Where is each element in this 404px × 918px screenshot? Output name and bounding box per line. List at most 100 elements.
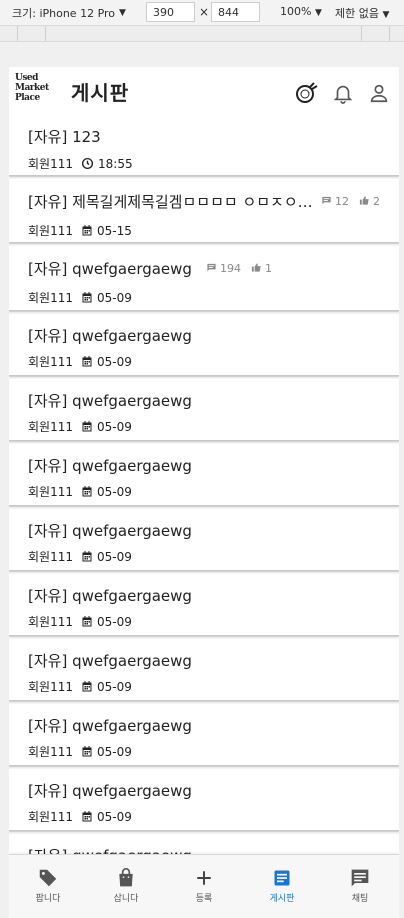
post-title: [자유] qwefgaergaewg: [28, 717, 192, 735]
post-date: 05-09: [97, 354, 132, 369]
zoom-select-label: 100%: [280, 5, 312, 18]
app-header: Used Market Place 게시판: [9, 67, 399, 121]
post-date: 05-09: [97, 614, 132, 629]
post-card[interactable]: [자유] 123 회원111 18:55: [9, 121, 399, 176]
throttle-select-label: 제한 없음: [335, 7, 379, 20]
post-date: 05-09: [97, 744, 132, 759]
post-list: [자유] 123 회원111 18:55 [자유] 제목길게제목길겜ㅁㅁㅁㅁ ㅇ…: [9, 121, 399, 899]
post-author: 회원111: [28, 485, 73, 499]
device-select-label: 크기: iPhone 12 Pro: [12, 7, 116, 20]
post-card[interactable]: [자유] qwefgaergaewg 회원111 05-09: [9, 379, 399, 441]
thumb-up-icon: [251, 262, 262, 276]
post-title: [자유] qwefgaergaewg: [28, 782, 192, 800]
post-title: [자유] qwefgaergaewg: [28, 260, 192, 278]
like-count: 2: [373, 195, 380, 208]
nav-item-chat[interactable]: 채팅: [321, 855, 399, 918]
post-card[interactable]: [자유] qwefgaergaewg 회원111 05-09: [9, 509, 399, 571]
post-author: 회원111: [28, 157, 73, 171]
nav-item-register[interactable]: 등록: [165, 855, 243, 918]
post-author: 회원111: [28, 810, 73, 824]
chevron-down-icon: ▼: [119, 8, 126, 18]
plus-icon: [195, 867, 213, 889]
post-card[interactable]: [자유] qwefgaergaewg 회원111 05-09: [9, 314, 399, 376]
clock-icon: [81, 157, 94, 170]
post-author: 회원111: [28, 550, 73, 564]
bell-icon[interactable]: [331, 81, 355, 105]
post-author: 회원111: [28, 224, 73, 238]
nav-item-board[interactable]: 게시판: [243, 855, 321, 918]
article-icon: [272, 867, 292, 889]
calendar-icon: [81, 745, 93, 758]
nav-item-label: 등록: [195, 894, 213, 904]
calendar-icon: [81, 224, 93, 237]
calendar-icon: [81, 291, 93, 304]
nav-item-label: 팝니다: [35, 894, 61, 904]
zoom-select[interactable]: 100% ▼: [280, 5, 322, 18]
device-viewport: Used Market Place 게시판 [자유] 123 회원111 18:…: [9, 67, 399, 918]
comment-icon: [321, 195, 332, 209]
throttle-select[interactable]: 제한 없음 ▼: [335, 5, 389, 21]
post-title: [자유] qwefgaergaewg: [28, 392, 192, 410]
post-author: 회원111: [28, 745, 73, 759]
viewport-width-input[interactable]: 390: [146, 2, 195, 22]
search-icon[interactable]: [295, 81, 319, 105]
post-date: 05-09: [97, 484, 132, 499]
chat-icon: [350, 867, 370, 889]
thumb-up-icon: [359, 195, 370, 209]
post-date: 05-09: [97, 809, 132, 824]
post-author: 회원111: [28, 615, 73, 629]
post-title: [자유] qwefgaergaewg: [28, 327, 192, 345]
calendar-icon: [81, 615, 93, 628]
post-card[interactable]: [자유] qwefgaergaewg 회원111 05-09: [9, 704, 399, 766]
calendar-icon: [81, 680, 93, 693]
post-time: 18:55: [98, 156, 133, 171]
media-query-ruler: [0, 25, 404, 42]
nav-item-label: 삽니다: [113, 894, 139, 904]
comment-icon: [206, 262, 217, 276]
nav-item-label: 게시판: [269, 894, 295, 904]
calendar-icon: [81, 485, 93, 498]
post-date: 05-09: [97, 419, 132, 434]
post-title: [자유] 제목길게제목길겜ㅁㅁㅁㅁ ㅇㅁㅈㅇ ...: [28, 193, 315, 211]
post-title: [자유] qwefgaergaewg: [28, 652, 192, 670]
bottom-navigation: 팝니다 삽니다 등록 게시판 채팅: [9, 854, 399, 918]
post-title: [자유] qwefgaergaewg: [28, 587, 192, 605]
chevron-down-icon: ▼: [314, 8, 322, 18]
nav-item-buy[interactable]: 삽니다: [87, 855, 165, 918]
shopping-bag-icon: [116, 867, 136, 889]
nav-item-label: 채팅: [351, 894, 369, 904]
post-card[interactable]: [자유] qwefgaergaewg 회원111 05-09: [9, 769, 399, 831]
post-author: 회원111: [28, 420, 73, 434]
post-author: 회원111: [28, 355, 73, 369]
comment-count: 12: [335, 195, 349, 208]
dimension-separator: ×: [199, 5, 210, 19]
devtools-toolbar: 크기: iPhone 12 Pro ▼ 390 × 844 100% ▼ 제한 …: [0, 0, 404, 25]
post-date: 05-09: [97, 679, 132, 694]
post-author: 회원111: [28, 680, 73, 694]
post-date: 05-09: [97, 549, 132, 564]
device-select[interactable]: 크기: iPhone 12 Pro ▼: [12, 5, 126, 21]
post-title: [자유] 123: [28, 128, 101, 146]
post-card[interactable]: [자유] qwefgaergaewg 회원111 05-09: [9, 574, 399, 636]
calendar-icon: [81, 550, 93, 563]
post-card[interactable]: [자유] 제목길게제목길겜ㅁㅁㅁㅁ ㅇㅁㅈㅇ ... 12 2 회원111 05…: [9, 179, 399, 243]
calendar-icon: [81, 810, 93, 823]
tag-icon: [37, 867, 59, 889]
calendar-icon: [81, 355, 93, 368]
logo[interactable]: Used Market Place: [15, 73, 59, 111]
post-author: 회원111: [28, 291, 73, 305]
like-count: 1: [264, 262, 272, 275]
post-card[interactable]: [자유] qwefgaergaewg 194 1 회원111 05-09: [9, 246, 399, 311]
post-title: [자유] qwefgaergaewg: [28, 522, 192, 540]
post-date: 05-09: [97, 290, 132, 305]
post-card[interactable]: [자유] qwefgaergaewg 회원111 05-09: [9, 639, 399, 701]
post-card[interactable]: [자유] qwefgaergaewg 회원111 05-09: [9, 444, 399, 506]
post-title: [자유] qwefgaergaewg: [28, 457, 192, 475]
post-date: 05-15: [97, 223, 132, 238]
nav-item-sell[interactable]: 팝니다: [9, 855, 87, 918]
user-icon[interactable]: [367, 81, 391, 105]
chevron-down-icon: ▼: [382, 10, 390, 20]
comment-count: 194: [219, 262, 241, 275]
viewport-height-input[interactable]: 844: [211, 2, 260, 22]
page-title: 게시판: [71, 81, 130, 105]
